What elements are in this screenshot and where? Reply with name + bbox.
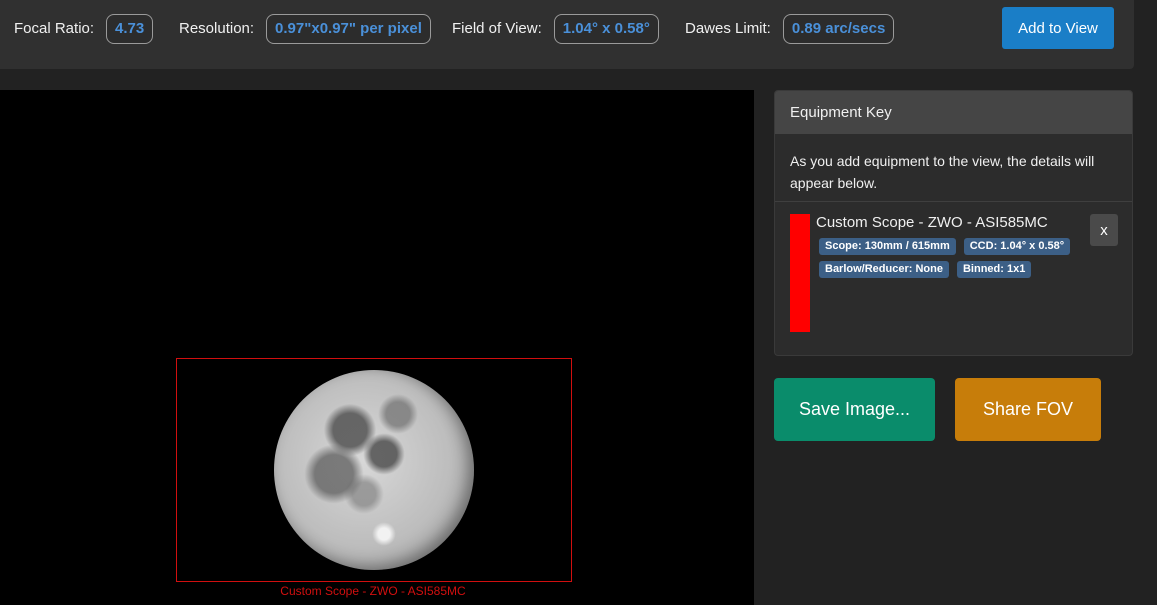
equipment-key-intro: As you add equipment to the view, the de… (775, 134, 1132, 202)
focal-ratio-stat: Focal Ratio: 4.73 (14, 0, 154, 57)
dawes-limit-value: 0.89 arc/secs (782, 13, 895, 44)
equipment-color-swatch (790, 214, 810, 332)
moon-image (274, 370, 474, 570)
focal-ratio-label: Focal Ratio: (14, 20, 95, 37)
equipment-key-panel: Equipment Key As you add equipment to th… (774, 90, 1133, 356)
barlow-reducer-tag: Barlow/Reducer: None (819, 261, 949, 278)
field-of-view-label: Field of View: (452, 20, 542, 37)
binned-tag: Binned: 1x1 (956, 261, 1032, 278)
ccd-tag: CCD: 1.04° x 0.58° (963, 238, 1071, 255)
dawes-limit-label: Dawes Limit: (685, 20, 771, 37)
resolution-label: Resolution: (179, 20, 255, 37)
resolution-stat: Resolution: 0.97"x0.97" per pixel (179, 0, 431, 57)
share-fov-button[interactable]: Share FOV (955, 378, 1101, 441)
focal-ratio-value: 4.73 (106, 13, 154, 44)
fov-viewport[interactable]: Custom Scope - ZWO - ASI585MC (0, 90, 754, 605)
calculation-bar: Focal Ratio: 4.73 Resolution: 0.97"x0.97… (0, 0, 1134, 69)
equipment-tags: Scope: 130mm / 615mm CCD: 1.04° x 0.58° … (819, 238, 1079, 278)
fov-frame-label: Custom Scope - ZWO - ASI585MC (280, 584, 466, 598)
equipment-item-name: Custom Scope - ZWO - ASI585MC (816, 214, 1048, 231)
dawes-limit-stat: Dawes Limit: 0.89 arc/secs (685, 0, 895, 57)
equipment-key-title: Equipment Key (775, 91, 1132, 134)
resolution-value: 0.97"x0.97" per pixel (266, 13, 431, 44)
remove-equipment-button[interactable]: x (1090, 214, 1118, 246)
field-of-view-value: 1.04° x 0.58° (553, 13, 659, 44)
add-to-view-button[interactable]: Add to View (1002, 7, 1114, 49)
fov-frame (176, 358, 572, 582)
save-image-button[interactable]: Save Image... (774, 378, 935, 441)
scope-tag: Scope: 130mm / 615mm (819, 238, 956, 255)
field-of-view-stat: Field of View: 1.04° x 0.58° (452, 0, 659, 57)
equipment-item: Custom Scope - ZWO - ASI585MC Scope: 130… (775, 202, 1132, 352)
